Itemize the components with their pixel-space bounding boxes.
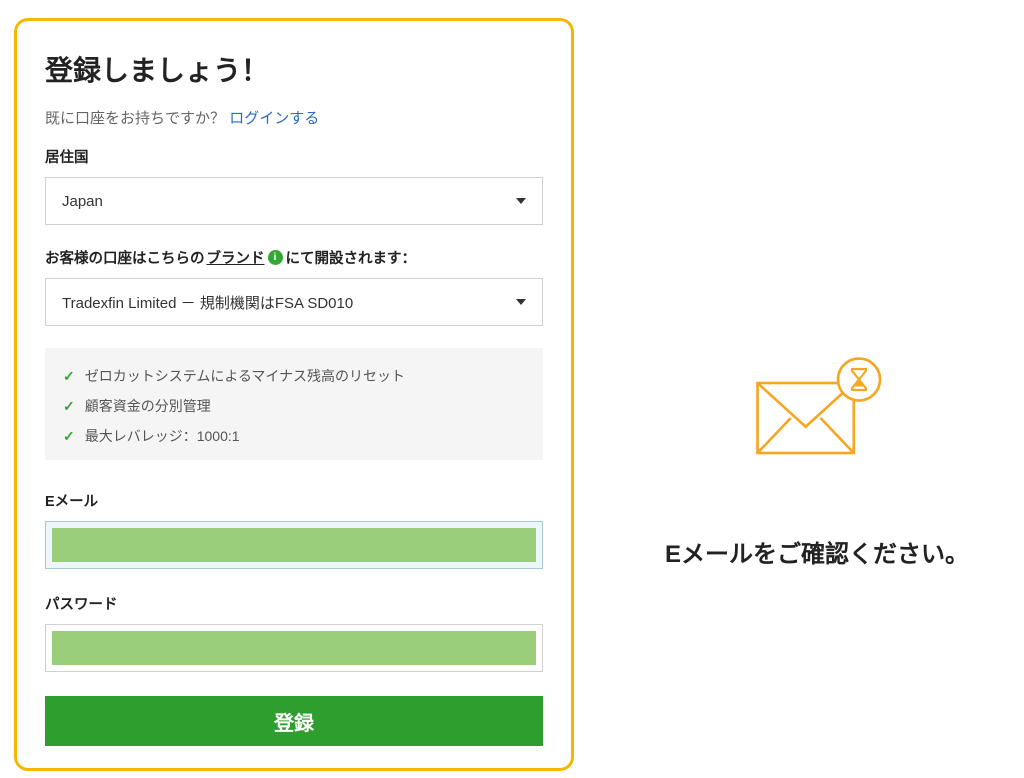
info-icon[interactable]: i	[268, 250, 283, 265]
feature-text: 最大レバレッジ：1000:1	[85, 426, 240, 446]
features-box: ✓ ゼロカットシステムによるマイナス残高のリセット ✓ 顧客資金の分別管理 ✓ …	[45, 348, 543, 460]
chevron-down-icon	[516, 299, 526, 305]
page-title: 登録しましょう！	[45, 49, 543, 89]
confirmation-panel: Eメールをご確認ください。	[624, 221, 1010, 569]
password-field-wrap	[45, 624, 543, 672]
password-label: パスワード	[45, 593, 543, 614]
registration-form: 登録しましょう！ 既に口座をお持ちですか？ ログインする 居住国 Japan お…	[14, 18, 574, 771]
email-label: Eメール	[45, 490, 543, 511]
already-have-text: 既に口座をお持ちですか？	[45, 110, 225, 127]
check-icon: ✓	[63, 368, 75, 385]
feature-item: ✓ 顧客資金の分別管理	[63, 396, 525, 416]
brand-value: Tradexfin Limited － 規制機関はFSA SD010	[62, 292, 353, 313]
feature-text: 顧客資金の分別管理	[85, 396, 211, 416]
feature-item: ✓ ゼロカットシステムによるマイナス残高のリセット	[63, 366, 525, 386]
check-icon: ✓	[63, 428, 75, 445]
check-icon: ✓	[63, 398, 75, 415]
country-select[interactable]: Japan	[45, 177, 543, 225]
password-field[interactable]	[52, 631, 536, 665]
brand-label-part2: にて開設されます：	[286, 247, 417, 268]
chevron-down-icon	[516, 198, 526, 204]
register-button[interactable]: 登録	[45, 696, 543, 746]
email-field-wrap	[45, 521, 543, 569]
mail-hourglass-icon	[747, 341, 887, 486]
login-link[interactable]: ログインする	[229, 110, 319, 127]
country-value: Japan	[62, 193, 103, 210]
country-label: 居住国	[45, 146, 543, 167]
brand-label-underline: ブランド	[207, 247, 265, 268]
brand-select[interactable]: Tradexfin Limited － 規制機関はFSA SD010	[45, 278, 543, 326]
email-field[interactable]	[52, 528, 536, 562]
check-email-heading: Eメールをご確認ください。	[665, 534, 969, 569]
login-prompt: 既に口座をお持ちですか？ ログインする	[45, 107, 543, 128]
feature-item: ✓ 最大レバレッジ：1000:1	[63, 426, 525, 446]
brand-label: お客様の口座はこちらの ブランド i にて開設されます：	[45, 247, 543, 268]
brand-label-part1: お客様の口座はこちらの	[45, 247, 205, 268]
feature-text: ゼロカットシステムによるマイナス残高のリセット	[85, 366, 405, 386]
